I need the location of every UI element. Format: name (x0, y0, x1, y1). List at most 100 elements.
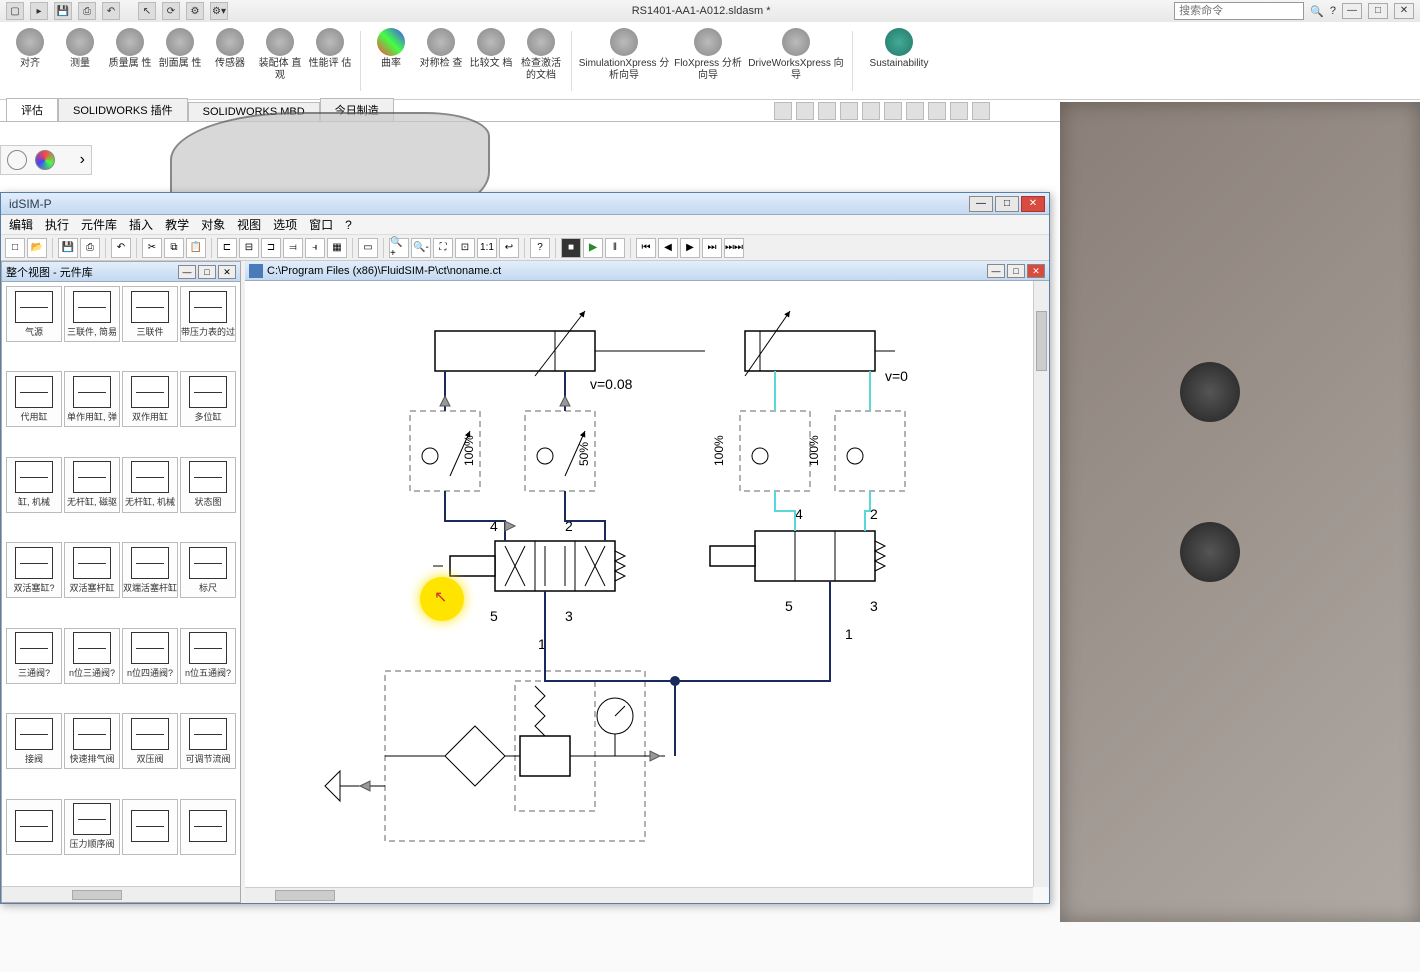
rb-symcheck[interactable]: 对称检 查 (417, 26, 465, 96)
cylinder-1[interactable] (435, 311, 705, 376)
fs-lib-close[interactable]: ✕ (218, 265, 236, 279)
lib-component-5[interactable]: 单作用缸, 弹 (64, 371, 120, 427)
sw-select-icon[interactable]: ↖ (138, 2, 156, 20)
fs-tb-step[interactable]: ▶ (680, 238, 700, 258)
fs-tb-align-c[interactable]: ⊟ (239, 238, 259, 258)
fs-doc-h-scrollbar[interactable] (245, 887, 1033, 903)
fs-menu-run[interactable]: 执行 (45, 216, 69, 233)
fs-tb-cut[interactable]: ✂ (142, 238, 162, 258)
lib-component-27[interactable] (180, 799, 236, 855)
fs-tb-end[interactable]: ⏭⏭ (724, 238, 744, 258)
fs-tb-zoom-in[interactable]: 🔍+ (389, 238, 409, 258)
vt-zoom-icon[interactable] (774, 102, 792, 120)
lib-component-21[interactable]: 快速排气阀 (64, 713, 120, 769)
sw-close-button[interactable]: ✕ (1394, 3, 1414, 19)
fs-tb-zoom-prev[interactable]: ↩ (499, 238, 519, 258)
fs-menu-teach[interactable]: 教学 (165, 216, 189, 233)
fs-tb-grid[interactable]: ▦ (327, 238, 347, 258)
sw-gear-icon[interactable]: ⚙▾ (210, 2, 228, 20)
sw-feature-manager-bar[interactable]: › (0, 145, 92, 175)
lib-component-3[interactable]: 带压力表的过 (180, 286, 236, 342)
rb-perf[interactable]: 性能评 估 (306, 26, 354, 96)
rb-curvature[interactable]: 曲率 (367, 26, 415, 96)
rb-driveworks[interactable]: DriveWorksXpress 向导 (746, 26, 846, 96)
fs-tb-select[interactable]: ▭ (358, 238, 378, 258)
sw-help-icon[interactable]: ? (1330, 5, 1336, 17)
fs-minimize-button[interactable]: — (969, 196, 993, 212)
rb-simxpress[interactable]: SimulationXpress 分析向导 (578, 26, 670, 96)
sw-tab-addins[interactable]: SOLIDWORKS 插件 (58, 98, 188, 121)
lib-component-17[interactable]: n位三通阀? (64, 628, 120, 684)
fm-icon-1[interactable] (7, 150, 27, 170)
valve-1[interactable] (433, 541, 625, 591)
fs-maximize-button[interactable]: □ (995, 196, 1019, 212)
sw-undo-icon[interactable]: ↶ (102, 2, 120, 20)
lib-component-24[interactable] (6, 799, 62, 855)
fs-doc-close[interactable]: ✕ (1027, 264, 1045, 278)
fs-tb-undo[interactable]: ↶ (111, 238, 131, 258)
sw-search-input[interactable] (1174, 2, 1304, 20)
sw-rebuild-icon[interactable]: ⟳ (162, 2, 180, 20)
lib-component-7[interactable]: 多位缸 (180, 371, 236, 427)
fs-tb-align-l[interactable]: ⊏ (217, 238, 237, 258)
fs-menu-options[interactable]: 选项 (273, 216, 297, 233)
rb-checkdoc[interactable]: 检查激活 的文档 (517, 26, 565, 96)
rb-align[interactable]: 对齐 (6, 26, 54, 96)
lib-component-9[interactable]: 无杆缸, 磁驱 (64, 457, 120, 513)
cylinder-2[interactable] (745, 311, 895, 376)
lib-component-22[interactable]: 双压阀 (122, 713, 178, 769)
fs-circuit-canvas[interactable]: v=0.08 v=0 100% (245, 281, 1033, 887)
lib-component-10[interactable]: 无杆缸, 机械 (122, 457, 178, 513)
flow-control-2b[interactable] (835, 411, 905, 491)
fs-tb-info[interactable]: ? (530, 238, 550, 258)
rb-compare[interactable]: 比较文 档 (467, 26, 515, 96)
rb-section[interactable]: 剖面属 性 (156, 26, 204, 96)
sw-open-icon[interactable]: ▸ (30, 2, 48, 20)
lib-component-2[interactable]: 三联件 (122, 286, 178, 342)
vt-section-icon[interactable] (840, 102, 858, 120)
vt-zoomfit-icon[interactable] (796, 102, 814, 120)
fs-tb-stepback[interactable]: ◀ (658, 238, 678, 258)
fs-menu-library[interactable]: 元件库 (81, 216, 117, 233)
sw-tab-evaluate[interactable]: 评估 (6, 98, 58, 121)
lib-component-25[interactable]: 压力顺序阀 (64, 799, 120, 855)
fs-tb-copy[interactable]: ⧉ (164, 238, 184, 258)
vt-view-icon[interactable] (818, 102, 836, 120)
lib-component-8[interactable]: 缸, 机械 (6, 457, 62, 513)
fs-doc-max[interactable]: □ (1007, 264, 1025, 278)
sw-search-icon[interactable]: 🔍 (1310, 5, 1324, 18)
rb-measure[interactable]: 测量 (56, 26, 104, 96)
lib-component-13[interactable]: 双活塞杆缸 (64, 542, 120, 598)
lib-component-15[interactable]: 标尺 (180, 542, 236, 598)
fs-menu-edit[interactable]: 编辑 (9, 216, 33, 233)
lib-component-16[interactable]: 三通阀? (6, 628, 62, 684)
fs-doc-v-scrollbar[interactable] (1033, 281, 1049, 887)
fs-tb-print[interactable]: ⎙ (80, 238, 100, 258)
fs-tb-save[interactable]: 💾 (58, 238, 78, 258)
lib-component-19[interactable]: n位五通阀? (180, 628, 236, 684)
fs-tb-last[interactable]: ⏭ (702, 238, 722, 258)
lib-component-4[interactable]: 代用缸 (6, 371, 62, 427)
fs-tb-play[interactable]: ▶ (583, 238, 603, 258)
air-service-unit[interactable] (325, 671, 665, 841)
vt-hide-icon[interactable] (884, 102, 902, 120)
lib-component-20[interactable]: 接阀 (6, 713, 62, 769)
fs-lib-max[interactable]: □ (198, 265, 216, 279)
fs-lib-min[interactable]: — (178, 265, 196, 279)
rb-mass[interactable]: 质量属 性 (106, 26, 154, 96)
fs-tb-stop[interactable]: ■ (561, 238, 581, 258)
vt-appearance-icon[interactable] (906, 102, 924, 120)
fs-tb-dist-h[interactable]: ⫤ (283, 238, 303, 258)
lib-component-14[interactable]: 双端活塞杆缸 (122, 542, 178, 598)
rb-sensor[interactable]: 传感器 (206, 26, 254, 96)
fs-menu-insert[interactable]: 插入 (129, 216, 153, 233)
fs-tb-dist-v[interactable]: ⫣ (305, 238, 325, 258)
rb-asmviz[interactable]: 装配体 直观 (256, 26, 304, 96)
lib-component-12[interactable]: 双活塞缸? (6, 542, 62, 598)
fs-menu-window[interactable]: 窗口 (309, 216, 333, 233)
lib-component-0[interactable]: 气源 (6, 286, 62, 342)
fs-titlebar[interactable]: idSIM-P — □ ✕ (1, 193, 1049, 215)
fs-tb-zoom-fit[interactable]: ⛶ (433, 238, 453, 258)
lib-component-26[interactable] (122, 799, 178, 855)
fs-tb-paste[interactable]: 📋 (186, 238, 206, 258)
